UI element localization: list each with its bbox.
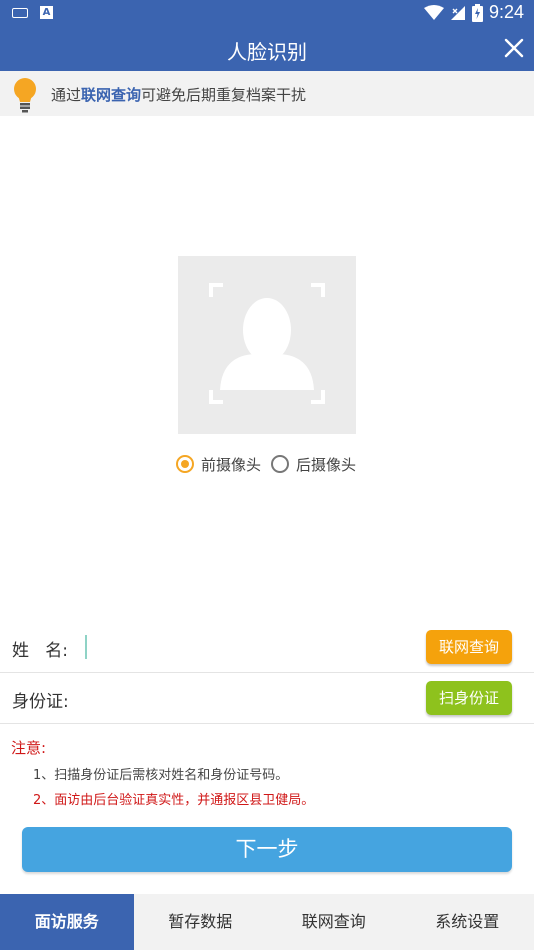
tip-banner: 通过联网查询可避免后期重复档案干扰 — [0, 71, 534, 116]
id-row: 身份证: 扫身份证 — [0, 673, 534, 724]
online-query-button[interactable]: 联网查询 — [425, 630, 512, 664]
battery-icon — [471, 3, 483, 22]
wifi-icon — [423, 4, 444, 20]
status-bar: A 9:24 — [0, 0, 534, 26]
front-camera-label[interactable]: 前摄像头 — [201, 454, 261, 475]
next-step-button[interactable]: 下一步 — [22, 827, 512, 872]
id-label: 身份证: — [12, 692, 69, 712]
bottom-tab-bar: 面访服务 暂存数据 联网查询 系统设置 — [0, 894, 534, 950]
notice-title: 注意: — [11, 739, 47, 757]
name-row: 姓 名: 联网查询 — [0, 622, 534, 673]
clock: 9:24 — [488, 2, 524, 22]
name-input[interactable] — [85, 635, 87, 659]
tip-prefix: 通过 — [51, 86, 82, 104]
camera-selector: 前摄像头 后摄像头 — [176, 452, 366, 476]
tab-online-query[interactable]: 联网查询 — [267, 894, 401, 950]
tip-text: 通过联网查询可避免后期重复档案干扰 — [51, 84, 306, 105]
id-input[interactable] — [85, 683, 385, 713]
scan-id-button[interactable]: 扫身份证 — [425, 681, 512, 715]
signal-icon — [450, 5, 465, 20]
name-label: 姓 名: — [12, 641, 68, 661]
tip-suffix: 可避免后期重复档案干扰 — [141, 86, 307, 104]
notice-item: 1、扫描身份证后需核对姓名和身份证号码。 — [33, 768, 289, 783]
tab-interview-service[interactable]: 面访服务 — [0, 894, 134, 950]
tab-system-settings[interactable]: 系统设置 — [401, 894, 534, 950]
front-camera-radio[interactable] — [176, 455, 194, 473]
face-capture-area[interactable] — [178, 256, 356, 434]
close-icon[interactable] — [500, 34, 528, 62]
face-placeholder-icon — [209, 283, 325, 404]
app-bar: 人脸识别 — [0, 26, 534, 71]
page-title: 人脸识别 — [227, 40, 307, 64]
notice-item: 2、面访由后台验证真实性，并通报区县卫健局。 — [33, 793, 315, 808]
keyboard-icon — [12, 7, 28, 18]
tab-saved-data[interactable]: 暂存数据 — [134, 894, 268, 950]
tip-online-query-link[interactable]: 联网查询 — [81, 86, 141, 104]
lightbulb-icon — [14, 78, 36, 113]
input-method-icon: A — [40, 6, 53, 19]
rear-camera-radio[interactable] — [271, 455, 290, 473]
rear-camera-label[interactable]: 后摄像头 — [296, 454, 356, 475]
